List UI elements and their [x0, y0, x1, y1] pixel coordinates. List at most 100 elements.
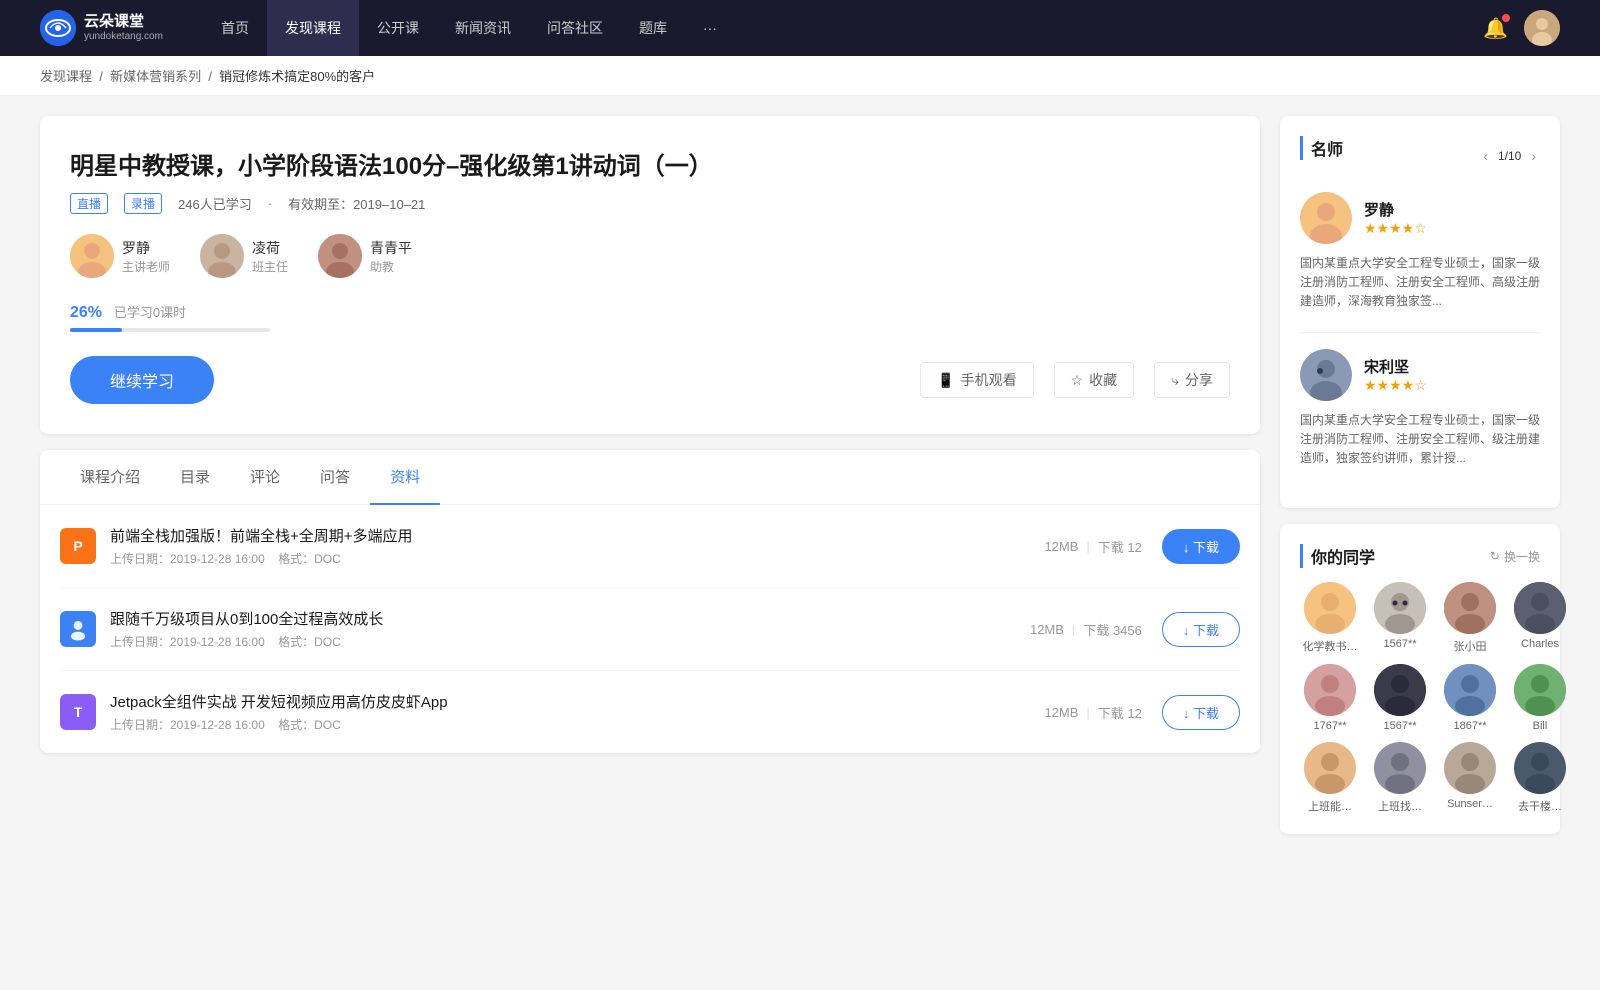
progress-label: 26% [70, 304, 102, 321]
teacher-name-0: 罗静 [122, 238, 170, 258]
resource-item-2: T Jetpack全组件实战 开发短视频应用高仿皮皮虾App 上传日期：2019… [60, 671, 1240, 753]
classmate-avatar-10 [1444, 742, 1496, 794]
notification-bell[interactable]: 🔔 [1483, 16, 1508, 41]
nav-item-more[interactable]: ··· [685, 0, 735, 56]
refresh-button[interactable]: ↻ 换一换 [1490, 548, 1540, 565]
resource-info-1: 跟随千万级项目从0到100全过程高效成长 上传日期：2019-12-28 16:… [110, 608, 1030, 650]
nav-right: 🔔 [1483, 10, 1560, 46]
tabs-card: 课程介绍 目录 评论 问答 资料 P 前端全栈加强版！前端全栈+全周期+多端应用… [40, 450, 1260, 753]
classmate-0[interactable]: 化学教书… [1300, 582, 1360, 654]
progress-bar [70, 328, 270, 332]
content-area: 明星中教授课，小学阶段语法100分–强化级第1讲动词（一） 直播 录播 246人… [40, 116, 1260, 850]
classmate-7[interactable]: Bill [1510, 664, 1570, 732]
classmates-header: 你的同学 ↻ 换一换 [1300, 544, 1540, 568]
teachers-next[interactable]: › [1527, 146, 1540, 166]
resource-title-1: 跟随千万级项目从0到100全过程高效成长 [110, 608, 1030, 629]
tab-qa[interactable]: 问答 [300, 450, 370, 505]
classmate-name-6: 1867** [1440, 720, 1500, 732]
download-button-1[interactable]: ↓ 下载 [1162, 612, 1240, 647]
sidebar: 名师 ‹ 1/10 › 罗静 ★★★★☆ [1280, 116, 1560, 850]
classmate-name-10: Sunser… [1440, 798, 1500, 810]
nav-item-home[interactable]: 首页 [203, 0, 267, 56]
classmate-name-2: 张小田 [1440, 638, 1500, 654]
mobile-view-button[interactable]: 📱 手机观看 [920, 362, 1033, 398]
breadcrumb-link-series[interactable]: 新媒体营销系列 [110, 69, 201, 84]
teacher-name-1: 凌荷 [252, 238, 288, 258]
classmate-name-8: 上班能… [1300, 798, 1360, 814]
resource-title-2: Jetpack全组件实战 开发短视频应用高仿皮皮虾App [110, 691, 1044, 712]
mobile-label: 手机观看 [961, 370, 1017, 390]
nav-item-qa[interactable]: 问答社区 [529, 0, 621, 56]
teachers-prev[interactable]: ‹ [1479, 146, 1492, 166]
classmate-avatar-8 [1304, 742, 1356, 794]
breadcrumb: 发现课程 / 新媒体营销系列 / 销冠修炼术搞定80%的客户 [0, 56, 1600, 96]
nav-item-news[interactable]: 新闻资讯 [437, 0, 529, 56]
collect-button[interactable]: ☆ 收藏 [1054, 362, 1135, 398]
classmate-10[interactable]: Sunser… [1440, 742, 1500, 814]
classmate-11[interactable]: 去干楼… [1510, 742, 1570, 814]
resource-info-2: Jetpack全组件实战 开发短视频应用高仿皮皮虾App 上传日期：2019-1… [110, 691, 1044, 733]
classmate-9[interactable]: 上班找… [1370, 742, 1430, 814]
classmate-avatar-2 [1444, 582, 1496, 634]
star-icon: ☆ [1071, 372, 1084, 389]
user-avatar[interactable] [1524, 10, 1560, 46]
teacher-avatar-2 [318, 234, 362, 278]
resource-icon-1 [60, 611, 96, 647]
course-card: 明星中教授课，小学阶段语法100分–强化级第1讲动词（一） 直播 录播 246人… [40, 116, 1260, 434]
teacher-avatar-0 [70, 234, 114, 278]
continue-button[interactable]: 继续学习 [70, 356, 214, 404]
logo-sub: yundoketang.com [84, 31, 163, 43]
classmates-title: 你的同学 [1300, 544, 1375, 568]
classmates-grid: 化学教书… 1567** 张小田 [1300, 582, 1540, 814]
classmate-3[interactable]: Charles [1510, 582, 1570, 654]
resource-meta-0: 上传日期：2019-12-28 16:00 格式：DOC [110, 550, 1044, 567]
classmate-5[interactable]: 1567** [1370, 664, 1430, 732]
resource-size-1: 12MB [1030, 622, 1064, 637]
teacher-0: 罗静 主讲老师 [70, 234, 170, 278]
progress-fill [70, 328, 122, 332]
share-label: 分享 [1185, 370, 1213, 390]
classmate-name-4: 1767** [1300, 720, 1360, 732]
breadcrumb-link-discover[interactable]: 发现课程 [40, 69, 92, 84]
classmate-6[interactable]: 1867** [1440, 664, 1500, 732]
classmate-name-3: Charles [1510, 638, 1570, 650]
mobile-icon: 📱 [937, 372, 954, 389]
student-count: 246人已学习 [178, 194, 252, 213]
share-button[interactable]: ⤷ 分享 [1154, 362, 1230, 398]
resource-info-0: 前端全栈加强版！前端全栈+全周期+多端应用 上传日期：2019-12-28 16… [110, 525, 1044, 567]
tab-intro[interactable]: 课程介绍 [60, 450, 160, 505]
nav-menu: 首页 发现课程 公开课 新闻资讯 问答社区 题库 ··· [203, 0, 1483, 56]
course-meta: 直播 录播 246人已学习 · 有效期至：2019–10–21 [70, 193, 1230, 214]
nav-item-discover[interactable]: 发现课程 [267, 0, 359, 56]
sidebar-teacher-avatar-0 [1300, 192, 1352, 244]
main-layout: 明星中教授课，小学阶段语法100分–强化级第1讲动词（一） 直播 录播 246人… [0, 96, 1600, 870]
nav-item-opencourse[interactable]: 公开课 [359, 0, 437, 56]
classmate-8[interactable]: 上班能… [1300, 742, 1360, 814]
resource-downloads-2: 下载 12 [1098, 703, 1142, 722]
classmate-4[interactable]: 1767** [1300, 664, 1360, 732]
teacher-role-1: 班主任 [252, 258, 288, 275]
nav-item-quiz[interactable]: 题库 [621, 0, 685, 56]
resource-stats-1: 12MB | 下载 3456 [1030, 620, 1142, 639]
classmate-1[interactable]: 1567** [1370, 582, 1430, 654]
teachers-card: 名师 ‹ 1/10 › 罗静 ★★★★☆ [1280, 116, 1560, 508]
download-button-2[interactable]: ↓ 下载 [1162, 695, 1240, 730]
classmate-2[interactable]: 张小田 [1440, 582, 1500, 654]
sidebar-teacher-info-0: 罗静 ★★★★☆ [1364, 199, 1427, 237]
tab-resources[interactable]: 资料 [370, 450, 440, 505]
classmate-name-5: 1567** [1370, 720, 1430, 732]
resource-title-0: 前端全栈加强版！前端全栈+全周期+多端应用 [110, 525, 1044, 546]
classmate-avatar-4 [1304, 664, 1356, 716]
teacher-avatar-1 [200, 234, 244, 278]
refresh-icon: ↻ [1490, 549, 1500, 563]
classmate-avatar-5 [1374, 664, 1426, 716]
tab-contents[interactable]: 目录 [160, 450, 230, 505]
collect-label: 收藏 [1089, 370, 1117, 390]
badge-live: 直播 [70, 193, 108, 214]
classmate-avatar-6 [1444, 664, 1496, 716]
download-button-0[interactable]: ↓ 下载 [1162, 529, 1240, 564]
logo[interactable]: 云朵课堂 yundoketang.com [40, 10, 163, 46]
teachers-title: 名师 [1300, 136, 1343, 160]
classmate-name-7: Bill [1510, 720, 1570, 732]
tab-comments[interactable]: 评论 [230, 450, 300, 505]
